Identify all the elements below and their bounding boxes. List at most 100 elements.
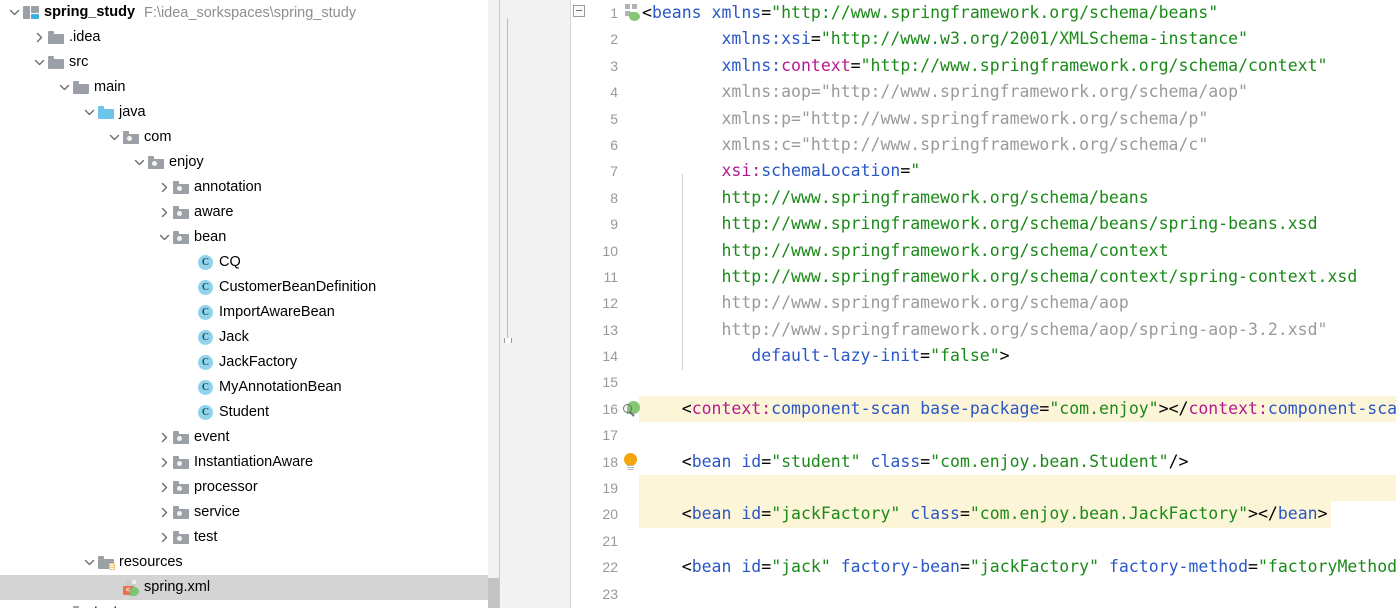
tree-row-service[interactable]: service [0,500,499,525]
code-line[interactable]: 19 [571,475,1396,502]
chevron-right-icon[interactable] [156,450,172,475]
line-number: 5 [610,110,618,127]
code-line[interactable]: 15 [571,369,1396,395]
editor-code-area[interactable]: 1 <beans xmlns="http://www.springframewor… [571,0,1396,608]
tree-row-annotation[interactable]: annotation [0,175,499,200]
code-line[interactable]: 11 http://www.springframework.org/schema… [571,264,1396,290]
code-line[interactable]: 20 <bean id="jackFactory" class="com.enj… [571,501,1396,528]
folder-gray [72,75,89,100]
tree-row-test[interactable]: test [0,600,499,608]
code-line[interactable]: 6 xmlns:c="http://www.springframework.or… [571,132,1396,158]
tree-row-event[interactable]: event [0,425,499,450]
project-tool-window[interactable]: spring_study F:\idea_sorkspaces\spring_st… [0,0,499,608]
tree-row-test[interactable]: test [0,525,499,550]
tree-row-student[interactable]: C Student [0,400,499,425]
tree-item-label: com [144,129,172,145]
code-line[interactable]: 14 default-lazy-init="false"> [571,343,1396,369]
tree-row-main[interactable]: main [0,75,499,100]
tree-row-spring-study[interactable]: spring_study F:\idea_sorkspaces\spring_st… [0,0,499,25]
code-line[interactable]: 16 <context:component-scan base-package=… [571,395,1396,423]
tree-row-customerbeandefinition[interactable]: C CustomerBeanDefinition [0,275,499,300]
intention-bulb-icon[interactable] [623,452,638,471]
code-line[interactable]: 10 http://www.springframework.org/schema… [571,238,1396,264]
class-icon: C [197,375,214,400]
code-token: "jackFactory" [771,504,901,524]
code-line[interactable]: 2 xmlns:xsi="http://www.w3.org/2001/XMLS… [571,26,1396,52]
chevron-right-icon[interactable] [156,425,172,450]
fold-collapse-icon[interactable] [573,5,585,17]
chevron-right-icon[interactable] [156,200,172,225]
code-line[interactable]: 4 xmlns:aop="http://www.springframework.… [571,79,1396,105]
chevron-right-icon[interactable] [31,25,47,50]
tree-item-label: MyAnnotationBean [219,379,342,395]
chevron-down-icon[interactable] [81,100,97,125]
chevron-down-icon[interactable] [31,50,47,75]
tree-row-processor[interactable]: processor [0,475,499,500]
code-line[interactable]: 23 [571,581,1396,607]
chevron-down-icon[interactable] [56,75,72,100]
tree-row-aware[interactable]: aware [0,200,499,225]
code-line[interactable]: 12 http://www.springframework.org/schema… [571,290,1396,316]
chevron-right-icon[interactable] [156,500,172,525]
tree-row-com[interactable]: com [0,125,499,150]
code-editor[interactable]: 1 <beans xmlns="http://www.springframewor… [500,0,1396,608]
code-line[interactable]: 22 <bean id="jack" factory-bean="jackFac… [571,554,1396,580]
code-line[interactable]: 17 [571,422,1396,448]
tree-row-spring-xml[interactable]: < spring.xml [0,575,499,600]
code-token: "false" [930,346,1000,366]
tree-row-cq[interactable]: C CQ [0,250,499,275]
tree-row-myannotationbean[interactable]: C MyAnnotationBean [0,375,499,400]
folder-package [172,500,189,525]
chevron-down-icon[interactable] [106,125,122,150]
code-token: bean [691,557,732,577]
code-line[interactable]: 9 http://www.springframework.org/schema/… [571,211,1396,237]
tree-row-importawarebean[interactable]: C ImportAwareBean [0,300,499,325]
editor-gutter[interactable] [500,0,571,608]
chevron-down-icon[interactable] [131,150,147,175]
code-text: default-lazy-init="false"> [642,343,1009,369]
chevron-down-icon[interactable] [81,550,97,575]
spring-bean-icon[interactable] [625,4,642,21]
chevron-right-icon[interactable] [156,175,172,200]
chevron-right-icon[interactable] [156,475,172,500]
code-line[interactable]: 18 <bean id="student" class="com.enjoy.b… [571,449,1396,475]
code-token: = [791,108,801,128]
code-line[interactable]: 3 xmlns:context="http://www.springframew… [571,53,1396,79]
code-token: "http://www.springframework.org/schema/b… [771,3,1219,22]
tree-row-jack[interactable]: C Jack [0,325,499,350]
chevron-down-icon[interactable] [156,225,172,250]
code-token: = [900,161,911,181]
code-token: = [1248,557,1258,577]
chevron-right-icon[interactable] [156,525,172,550]
tree-row-java[interactable]: java [0,100,499,125]
code-line[interactable]: 7 xsi:schemaLocation=" [571,158,1396,184]
code-token: class [910,504,960,524]
tree-row-bean[interactable]: bean [0,225,499,250]
line-number: 3 [610,57,618,74]
code-line[interactable]: 5 xmlns:p="http://www.springframework.or… [571,106,1396,132]
code-line[interactable]: 21 [571,528,1396,554]
tree-row-src[interactable]: src [0,50,499,75]
tree-row-jackfactory[interactable]: C JackFactory [0,350,499,375]
tree-row-resources[interactable]: resources [0,550,499,575]
code-token: component-scan [771,398,911,418]
line-number: 9 [610,216,618,233]
tree-scrollbar-track[interactable] [488,0,499,608]
component-scan-icon[interactable] [623,400,640,417]
chevron-right-icon[interactable] [56,600,72,608]
line-number: 15 [602,374,618,391]
code-token: xmlns:p [721,108,792,128]
tree-item-label: java [119,104,146,120]
tree-row-enjoy[interactable]: enjoy [0,150,499,175]
code-line[interactable]: 13 http://www.springframework.org/schema… [571,317,1396,343]
code-line[interactable]: 1 <beans xmlns="http://www.springframewor… [571,0,1396,26]
tree-row--idea[interactable]: .idea [0,25,499,50]
code-line[interactable]: 8 http://www.springframework.org/schema/… [571,185,1396,211]
tree-row-instantiationaware[interactable]: InstantiationAware [0,450,499,475]
chevron-down-icon[interactable] [6,0,22,25]
tree-scrollbar-thumb[interactable] [488,578,499,608]
ide-window: spring_study F:\idea_sorkspaces\spring_st… [0,0,1396,608]
